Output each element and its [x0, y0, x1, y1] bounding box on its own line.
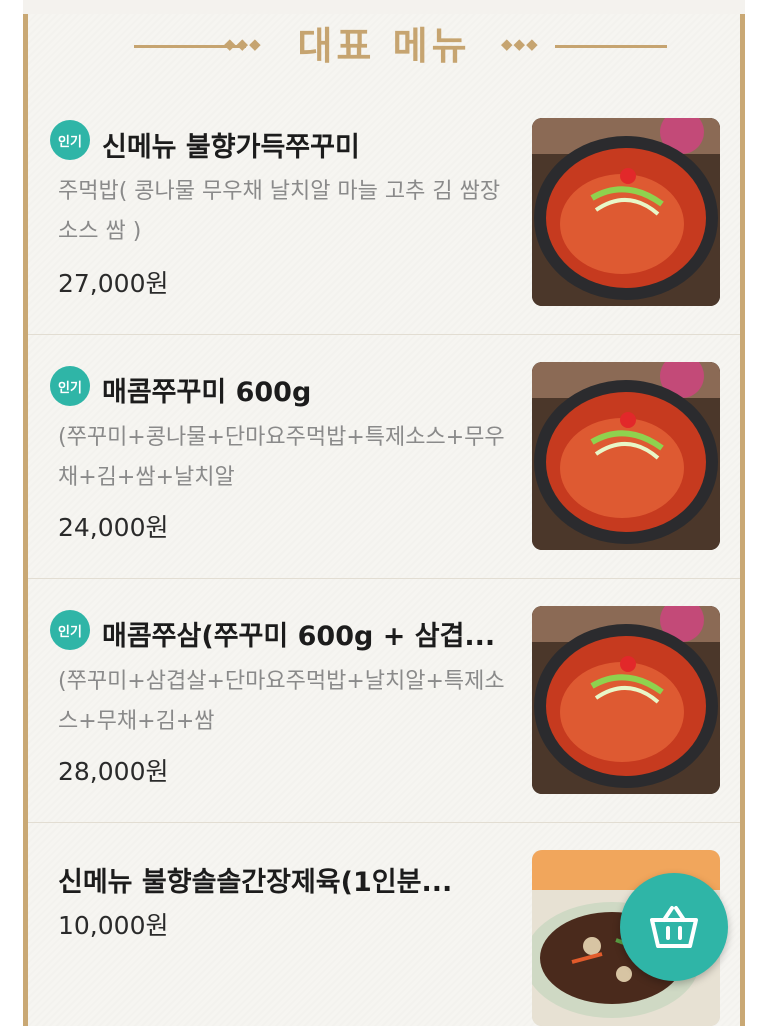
menu-item-description: 주먹밥( 콩나물 무우채 날치알 마늘 고추 김 쌈장 소스 쌈 ) — [58, 179, 501, 244]
popular-badge: 인기 — [50, 366, 90, 406]
menu-item-price: 10,000원 — [58, 911, 169, 940]
section-header: ◆◆◆ 대표 메뉴 ◆◆◆ — [28, 20, 740, 72]
menu-item-name: 신메뉴 불향솔솔간장제육(1인분... — [58, 867, 453, 898]
cart-button[interactable] — [620, 873, 728, 981]
octopus-dish-image — [532, 362, 720, 550]
popular-badge: 인기 — [50, 610, 90, 650]
menu-item[interactable]: 인기 매콤쭈꾸미 600g (쭈꾸미+콩나물+단마요주먹밥+특제소스+무우채+김… — [28, 334, 740, 579]
menu-item-price: 28,000원 — [58, 757, 169, 786]
menu-item-photo — [532, 362, 720, 550]
menu-item[interactable]: 인기 매콤쭈삼(쭈꾸미 600g + 삼겹... (쭈꾸미+삼겹살+단마요주먹밥… — [28, 578, 740, 823]
page-margin-right — [745, 0, 773, 1026]
menu-item-price: 27,000원 — [58, 269, 169, 298]
menu-item[interactable]: 인기 신메뉴 불향가득쭈꾸미 주먹밥( 콩나물 무우채 날치알 마늘 고추 김 … — [28, 90, 740, 335]
popular-badge: 인기 — [50, 120, 90, 160]
octopus-dish-image — [532, 118, 720, 306]
menu-item-description: (쭈꾸미+콩나물+단마요주먹밥+특제소스+무우채+김+쌈+날치알 — [58, 425, 505, 490]
octopus-dish-image — [532, 606, 720, 794]
header-ornament-right: ◆◆◆ — [501, 35, 539, 53]
menu-item-name: 매콤쭈삼(쭈꾸미 600g + 삼겹... — [102, 621, 496, 652]
menu-item-description: (쭈꾸미+삼겹살+단마요주먹밥+날치알+특제소스+무채+김+쌈 — [58, 669, 505, 734]
menu-item-price: 24,000원 — [58, 513, 169, 542]
basket-icon — [650, 906, 698, 948]
menu-item-name: 신메뉴 불향가득쭈꾸미 — [102, 132, 360, 163]
page-margin-left — [0, 0, 23, 1026]
menu-item-name: 매콤쭈꾸미 600g — [102, 377, 312, 408]
menu-item-photo — [532, 606, 720, 794]
header-line-right — [555, 45, 667, 48]
menu-item-photo — [532, 118, 720, 306]
